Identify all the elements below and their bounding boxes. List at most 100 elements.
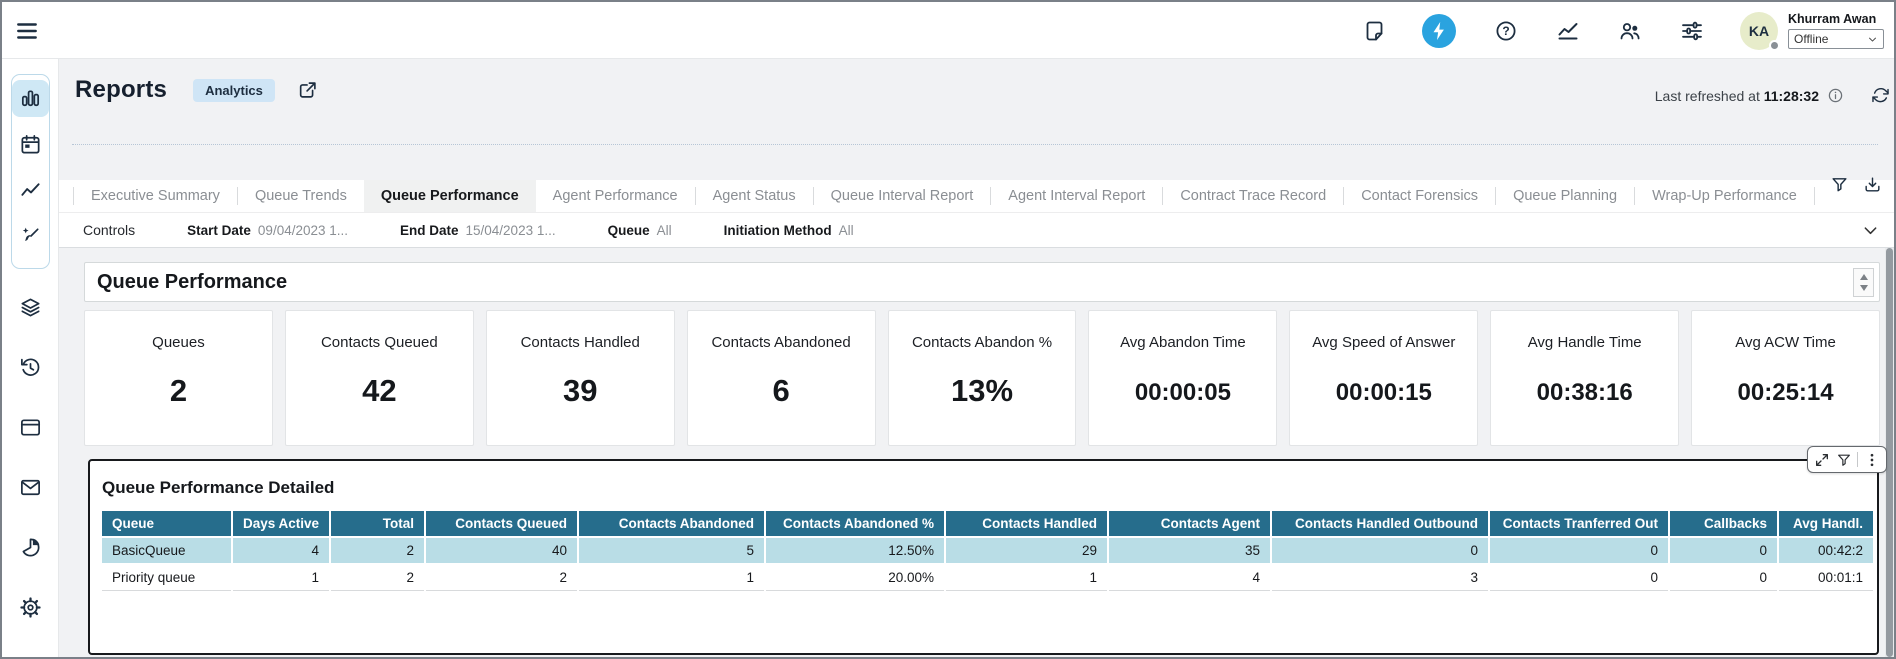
tab-queue-interval-report[interactable]: Queue Interval Report [814,180,991,212]
column-header[interactable]: Contacts Handled [945,511,1108,537]
control-start-date[interactable]: Start Date 09/04/2023 1... [187,223,348,238]
metric-value: 00:25:14 [1692,379,1879,407]
agent-status-select[interactable]: Offline [1788,29,1884,49]
controls-row: Controls Start Date09/04/2023 1...End Da… [59,212,1894,248]
expand-icon[interactable] [1814,452,1830,468]
kebab-menu-icon[interactable] [1864,452,1880,468]
tab-separator [1814,187,1815,205]
column-header[interactable]: Days Active [232,511,330,537]
tab-wrap-up-performance[interactable]: Wrap-Up Performance [1635,180,1814,212]
metric-label: Contacts Abandon % [889,334,1076,351]
avatar[interactable]: KA [1740,12,1778,50]
spinner-down-icon[interactable] [1860,285,1868,291]
column-header[interactable]: Contacts Handled Outbound [1271,511,1489,537]
sidebar-item-bar-chart-icon[interactable] [12,80,49,117]
metric-label: Avg ACW Time [1692,334,1879,351]
metric-value: 39 [487,373,674,409]
svg-text:?: ? [1502,24,1509,38]
table-cell: 2 [330,564,425,591]
table-row[interactable]: BasicQueue4240512.50%293500000:42:2 [102,537,1874,564]
column-header[interactable]: Contacts Tranferred Out [1489,511,1669,537]
last-refreshed-text: Last refreshed at 11:28:32 [1655,88,1819,104]
widget-filter-icon[interactable] [1836,452,1852,468]
tab-contact-forensics[interactable]: Contact Forensics [1344,180,1495,212]
analytics-badge: Analytics [193,79,275,102]
refresh-icon[interactable] [1871,86,1890,105]
control-label: Start Date [187,223,251,238]
spinner-up-icon[interactable] [1860,274,1868,280]
control-value: 09/04/2023 1... [258,223,348,238]
external-link-icon[interactable] [297,79,319,101]
sidebar-item-calendar-icon[interactable] [12,126,49,163]
topbar-actions: ? KA Khurram Awan Offline [1326,2,1884,59]
table-cell: 3 [1271,564,1489,591]
table-row[interactable]: Priority queue122120.00%1430000:01:1 [102,564,1874,591]
sidebar-item-gear-icon[interactable] [12,589,49,626]
column-header[interactable]: Avg Handl. [1778,511,1874,537]
sidebar-item-layers-icon[interactable] [12,289,49,326]
sidebar-item-pie-chart-icon[interactable] [12,529,49,566]
control-label: Initiation Method [724,223,832,238]
tab-agent-status[interactable]: Agent Status [696,180,813,212]
column-header[interactable]: Contacts Abandoned % [765,511,945,537]
control-value: All [657,223,672,238]
info-icon[interactable] [1827,87,1844,104]
metric-label: Queues [85,334,272,351]
quick-connect-bolt-icon[interactable] [1422,14,1456,48]
control-value: 15/04/2023 1... [466,223,556,238]
metric-value: 6 [688,373,875,409]
app-window: ? KA Khurram Awan Offline Reports Analyt… [0,0,1896,659]
metric-card-contacts-abandon-: Contacts Abandon % 13% [888,310,1077,446]
tab-queue-performance[interactable]: Queue Performance [364,180,536,212]
column-header[interactable]: Contacts Abandoned [578,511,765,537]
contacts-people-icon[interactable] [1618,19,1642,43]
tab-queue-trends[interactable]: Queue Trends [238,180,364,212]
metric-value: 13% [889,373,1076,409]
task-note-icon[interactable] [1364,19,1388,43]
tab-agent-performance[interactable]: Agent Performance [536,180,695,212]
sidebar-item-line-chart-icon[interactable] [12,172,49,209]
table-cell: 4 [1108,564,1271,591]
section-spinner[interactable] [1853,268,1874,297]
filter-icon[interactable] [1830,175,1849,194]
metrics-trend-icon[interactable] [1556,19,1580,43]
tab-agent-interval-report[interactable]: Agent Interval Report [991,180,1162,212]
sidebar [2,59,59,657]
help-icon[interactable]: ? [1494,19,1518,43]
tab-queue-planning[interactable]: Queue Planning [1496,180,1634,212]
controls-collapse-chevron-icon[interactable] [1861,221,1880,240]
last-refreshed-time: 11:28:32 [1764,88,1819,104]
status-dot [1769,40,1780,51]
control-end-date[interactable]: End Date 15/04/2023 1... [400,223,556,238]
hamburger-menu-icon[interactable] [14,18,40,44]
page-header: Reports Analytics [75,76,319,104]
column-header[interactable]: Contacts Agent [1108,511,1271,537]
settings-sliders-icon[interactable] [1680,19,1704,43]
control-label: End Date [400,223,459,238]
tab-contract-trace-record[interactable]: Contract Trace Record [1163,180,1343,212]
table-cell: BasicQueue [102,537,232,564]
table-cell: 2 [425,564,578,591]
column-header[interactable]: Queue [102,511,232,537]
tab-executive-summary[interactable]: Executive Summary [74,180,237,212]
download-icon[interactable] [1863,175,1882,194]
detailed-table-wrap: QueueDays ActiveTotalContacts QueuedCont… [102,511,1877,591]
sidebar-item-browser-window-icon[interactable] [12,409,49,446]
table-cell: 12.50% [765,537,945,564]
sidebar-item-mail-icon[interactable] [12,469,49,506]
toolbar-divider [1857,452,1858,467]
table-cell: 1 [232,564,330,591]
column-header[interactable]: Contacts Queued [425,511,578,537]
column-header[interactable]: Callbacks [1669,511,1778,537]
user-name: Khurram Awan [1788,12,1876,26]
metric-label: Contacts Queued [286,334,473,351]
sidebar-items [11,284,50,649]
sidebar-item-design-brush-icon[interactable] [12,218,49,255]
control-initiation-method[interactable]: Initiation MethodAll [724,223,854,238]
chevron-down-icon [1867,34,1878,45]
column-header[interactable]: Total [330,511,425,537]
sidebar-item-history-icon[interactable] [12,349,49,386]
table-cell: 0 [1669,537,1778,564]
scrollbar-thumb[interactable] [1886,248,1893,657]
control-queue[interactable]: QueueAll [608,223,672,238]
